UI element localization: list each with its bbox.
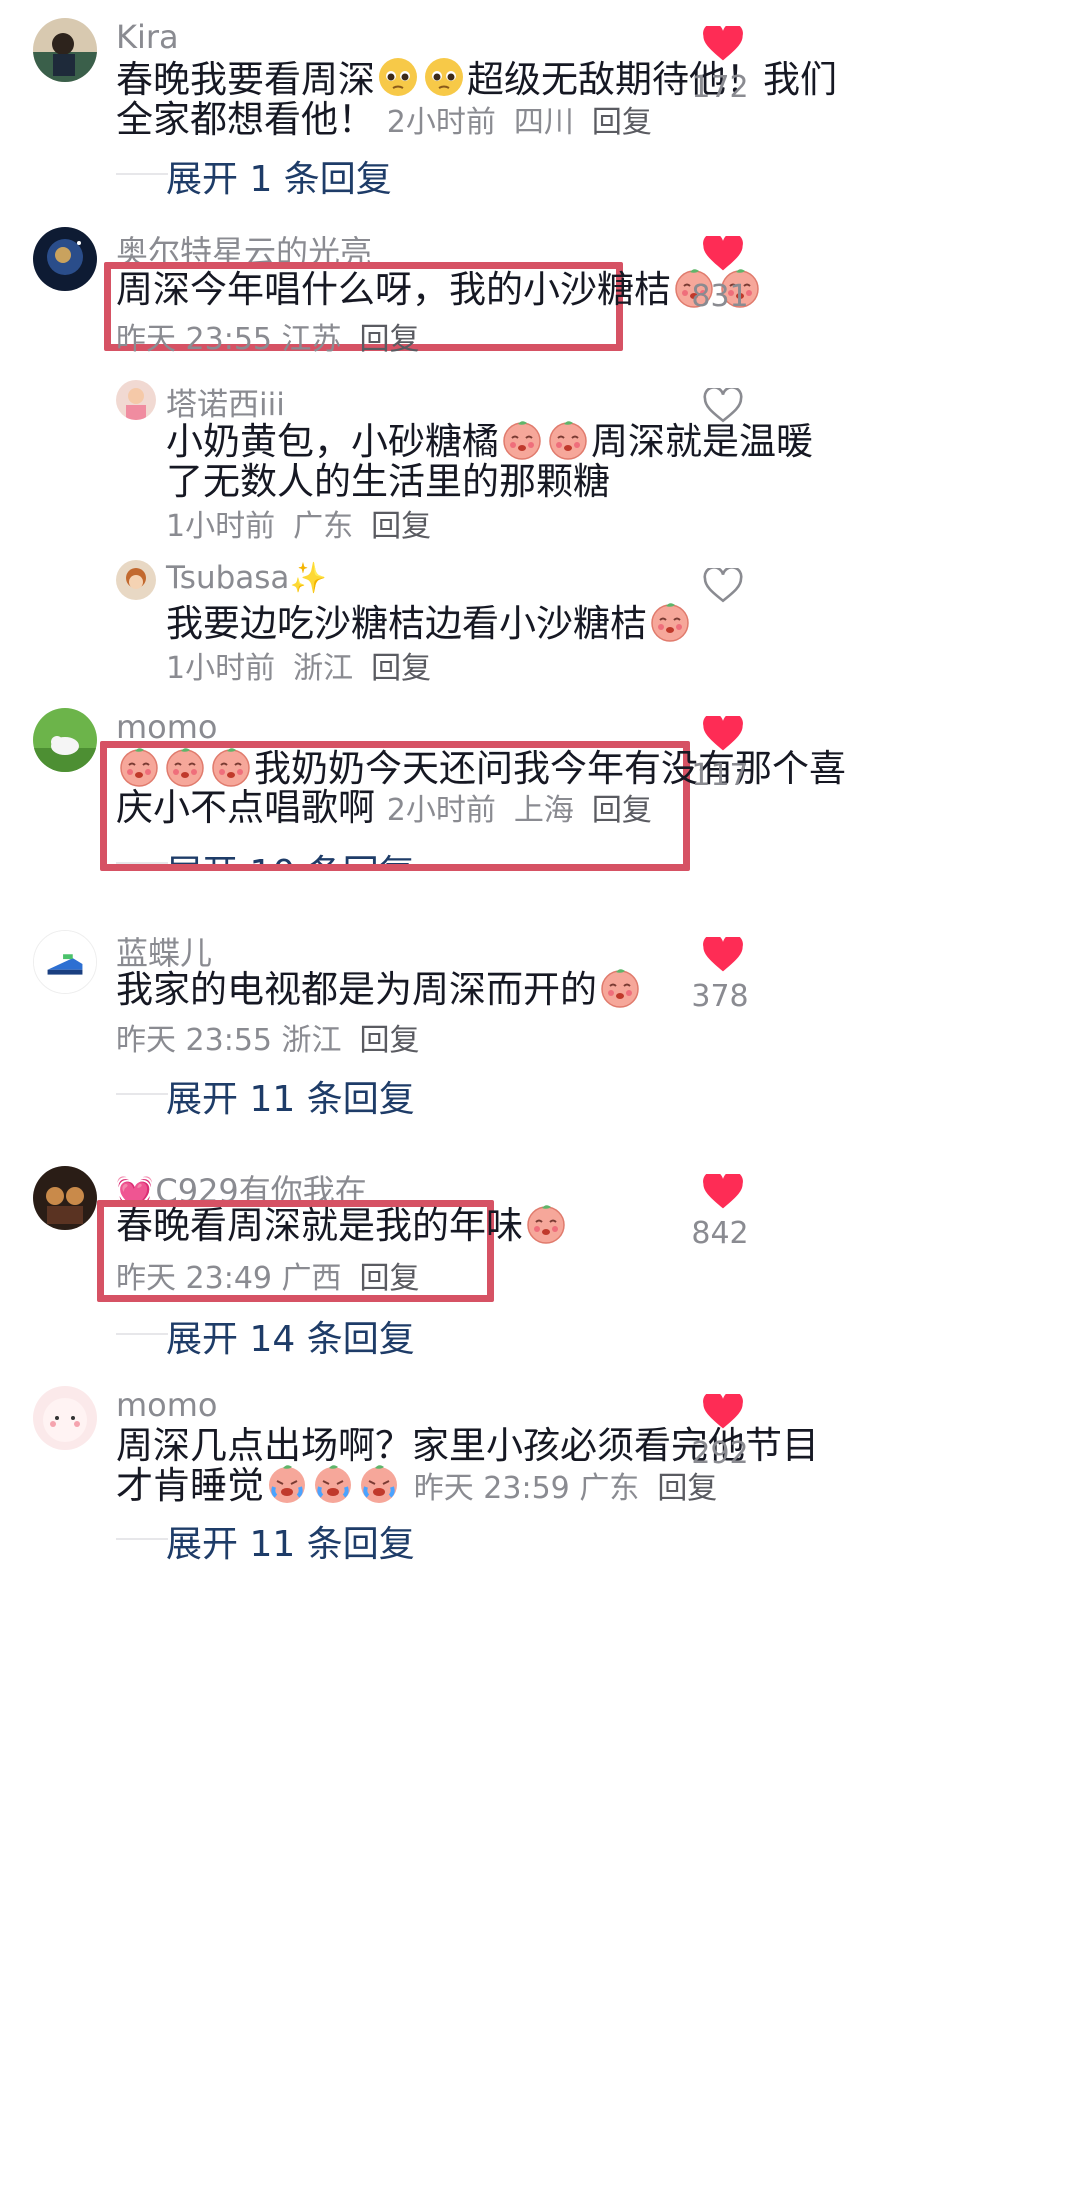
heart-icon <box>703 937 743 972</box>
reply-button[interactable]: 回复 <box>592 793 652 828</box>
heart-icon <box>703 26 743 61</box>
reply-button[interactable]: 回复 <box>592 105 652 140</box>
avatar[interactable] <box>116 560 156 600</box>
like-count: 117 <box>691 758 749 793</box>
expand-divider <box>116 1333 168 1335</box>
comment-meta: 昨天 23:59 广东 回复 <box>413 1471 718 1506</box>
comment-text: 庆小不点唱歌啊 2小时前 上海 回复 <box>116 786 652 829</box>
avatar[interactable] <box>33 1166 97 1230</box>
like-button[interactable] <box>694 1394 752 1430</box>
crying-peach-emoji-icon <box>265 1461 309 1505</box>
expand-divider <box>116 1538 168 1540</box>
comment-text: 才肯睡觉 昨天 23:59 广东 回复 <box>116 1458 717 1517</box>
reply-button[interactable]: 回复 <box>360 322 420 357</box>
like-count: 831 <box>691 279 749 314</box>
expand-replies-button[interactable]: 展开 1 条回复 <box>166 150 392 202</box>
like-count: 172 <box>691 70 749 105</box>
avatar[interactable] <box>33 18 97 82</box>
peach-emoji-icon <box>648 599 692 643</box>
expand-divider <box>116 1093 168 1095</box>
like-button[interactable] <box>694 568 752 604</box>
avatar[interactable] <box>33 227 97 291</box>
peach-emoji-icon <box>524 1201 568 1245</box>
like-button[interactable] <box>694 26 752 62</box>
like-button[interactable] <box>694 937 752 973</box>
expand-replies-button[interactable]: 展开 10 条回复 <box>166 844 415 864</box>
heart-icon <box>703 236 743 271</box>
expand-replies-button[interactable]: 展开 11 条回复 <box>166 1515 415 1567</box>
reply-button[interactable]: 回复 <box>371 651 431 686</box>
reply-button[interactable]: 回复 <box>360 1023 420 1058</box>
crying-peach-emoji-icon <box>311 1461 355 1505</box>
peach-emoji-icon <box>598 965 642 1009</box>
like-count: 292 <box>691 1436 749 1471</box>
expand-replies-button[interactable]: 展开 14 条回复 <box>166 1310 415 1362</box>
avatar[interactable] <box>116 380 156 420</box>
expand-divider <box>116 173 168 175</box>
comment-text: 春晚看周深就是我的年味 <box>116 1198 569 1254</box>
heart-icon <box>703 1174 743 1209</box>
like-count: 842 <box>691 1216 749 1251</box>
comment-meta: 1小时前 广东 回复 <box>166 509 432 544</box>
heart-outline-icon <box>703 568 743 603</box>
comment-meta: 2小时前 上海 回复 <box>386 793 652 828</box>
expand-clip: 展开 10 条回复 <box>160 840 460 864</box>
avatar[interactable] <box>33 930 97 994</box>
expand-replies-button[interactable]: 展开 11 条回复 <box>166 1070 415 1122</box>
heart-icon <box>703 716 743 751</box>
reply-button[interactable]: 回复 <box>657 1471 717 1506</box>
comment-meta: 昨天 23:55 江苏 回复 <box>116 322 420 357</box>
reply-button[interactable]: 回复 <box>371 509 431 544</box>
crying-peach-emoji-icon <box>357 1461 401 1505</box>
avatar[interactable] <box>33 708 97 772</box>
reply-button[interactable]: 回复 <box>360 1261 420 1296</box>
heart-icon <box>703 1394 743 1429</box>
comment-text: 周深今年唱什么呀，我的小沙糖桔 <box>116 262 763 318</box>
like-button[interactable] <box>694 716 752 752</box>
like-button[interactable] <box>694 388 752 424</box>
like-button[interactable] <box>694 236 752 272</box>
comment-text: 我家的电视都是为周深而开的 <box>116 962 643 1018</box>
comment-meta: 1小时前 浙江 回复 <box>166 651 432 686</box>
comment-meta: 昨天 23:55 浙江 回复 <box>116 1023 420 1058</box>
comment-text: 全家都想看他！ 2小时前 四川 回复 <box>116 98 652 141</box>
like-button[interactable] <box>694 1174 752 1210</box>
comment-meta: 2小时前 四川 回复 <box>386 105 652 140</box>
username[interactable]: Kira <box>116 18 179 56</box>
sparkles-icon: ✨ <box>289 561 327 596</box>
heart-outline-icon <box>703 388 743 423</box>
comment-meta: 昨天 23:49 广西 回复 <box>116 1261 420 1296</box>
username[interactable]: Tsubasa✨ <box>166 560 327 596</box>
avatar[interactable] <box>33 1386 97 1450</box>
like-count: 378 <box>691 979 749 1014</box>
